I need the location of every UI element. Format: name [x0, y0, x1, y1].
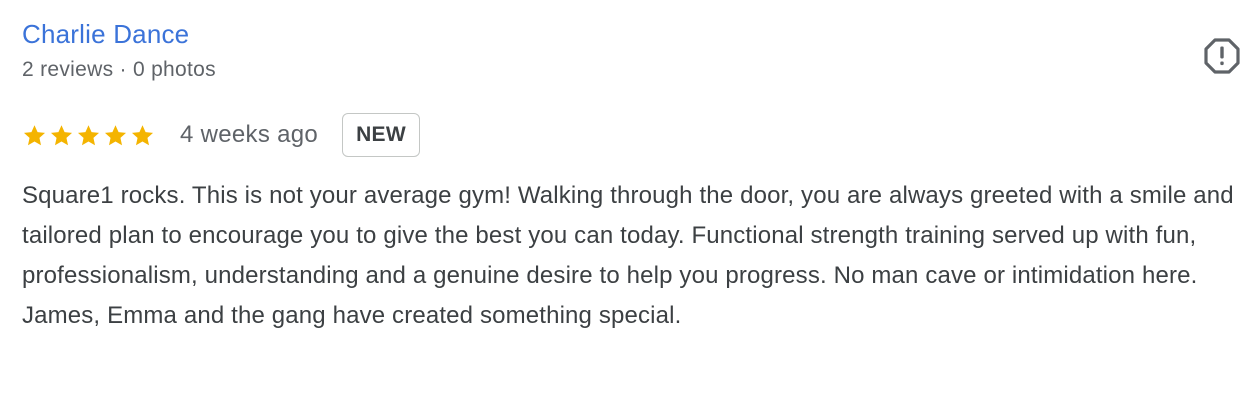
- star-icon: [131, 124, 154, 145]
- review-time: 4 weeks ago: [180, 121, 319, 148]
- review-text: Square1 rocks. This is not your average …: [22, 182, 1234, 329]
- star-icon: [77, 124, 100, 145]
- reviewer-name-link[interactable]: Charlie Dance: [22, 14, 189, 54]
- star-icon: [50, 124, 73, 145]
- new-badge: NEW: [342, 113, 420, 157]
- rating-row: 4 weeks ago NEW: [22, 112, 1234, 158]
- star-rating: [22, 123, 155, 148]
- report-review-button[interactable]: [1202, 36, 1242, 76]
- reviewer-meta: 2 reviews · 0 photos: [22, 58, 216, 81]
- star-icon: [104, 124, 127, 145]
- report-octagon-icon: [1204, 38, 1240, 74]
- review-card: Charlie Dance 2 reviews · 0 photos 4 wee…: [22, 14, 1240, 336]
- star-icon: [23, 124, 46, 145]
